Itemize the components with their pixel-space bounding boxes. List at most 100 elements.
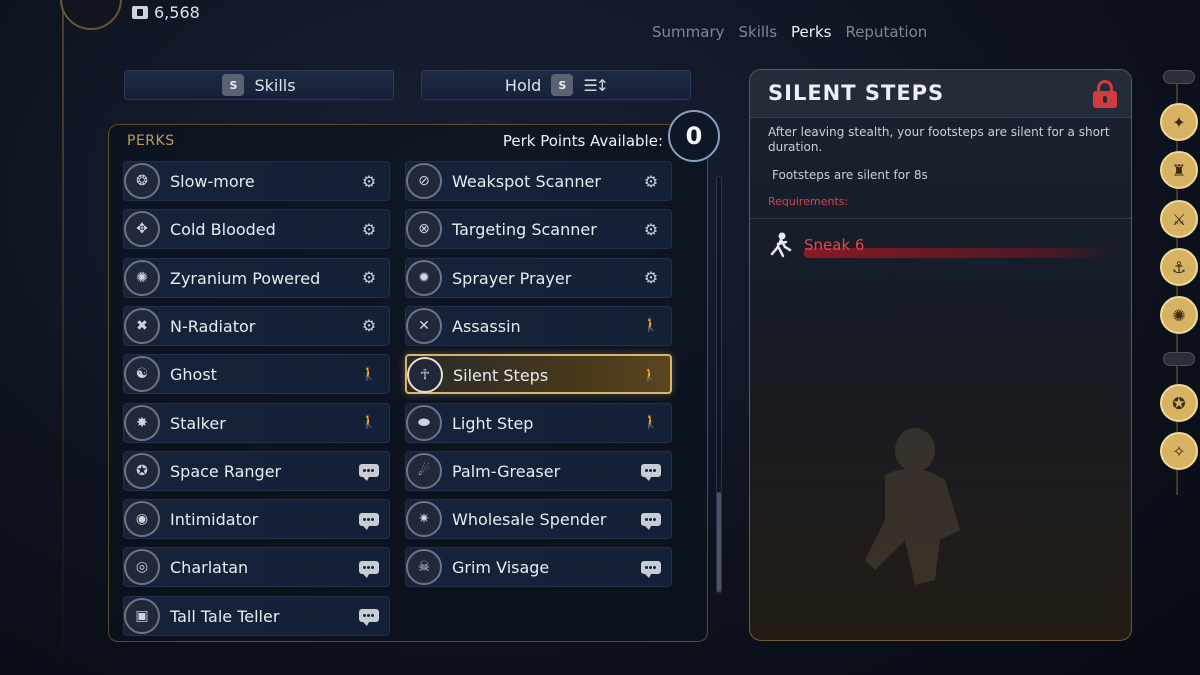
perk-assassin[interactable]: ✕ Assassin 🚶 [405, 305, 672, 346]
perk-ghost[interactable]: ☯ Ghost 🚶 [123, 354, 390, 395]
speech-category-icon [641, 557, 661, 578]
perk-label: Intimidator [170, 510, 259, 530]
perk-label: Sprayer Prayer [452, 268, 572, 288]
perk-silent-steps[interactable]: ☥ Silent Steps 🚶 [405, 354, 672, 395]
perk-emblem-icon: ✕ [406, 307, 442, 344]
tab-skills[interactable]: Skills [739, 23, 778, 41]
sort-icon: ☰↕ [583, 75, 609, 95]
tab-perks[interactable]: Perks [791, 23, 831, 41]
rail-separator [1163, 70, 1195, 84]
tech-category-icon: ⚙ [643, 268, 659, 288]
perk-charlatan[interactable]: ◎ Charlatan [123, 547, 390, 588]
perk-emblem-icon: ⬬ [406, 404, 442, 441]
perk-detail-panel: SILENT STEPS After leaving stealth, your… [749, 69, 1132, 641]
speech-category-icon [359, 509, 379, 530]
perk-slow-more[interactable]: ❂ Slow-more ⚙ [123, 161, 390, 201]
currency-display: 6,568 [132, 3, 200, 22]
skills-button-label: Skills [254, 75, 296, 95]
perk-tall-tale-teller[interactable]: ▣ Tall Tale Teller [123, 595, 390, 636]
detail-header: SILENT STEPS [750, 70, 1131, 118]
top-tabs: Summary Skills Perks Reputation [652, 23, 927, 41]
perk-label: Wholesale Spender [452, 510, 607, 530]
stealth-category-icon: 🚶 [641, 367, 659, 383]
perk-tree-1-icon[interactable]: ✦ [1160, 103, 1198, 141]
tab-summary[interactable]: Summary [652, 23, 725, 41]
divider [750, 218, 1131, 219]
perk-label: Silent Steps [453, 366, 549, 386]
perk-emblem-icon: ✹ [406, 259, 442, 296]
perk-stalker[interactable]: ✸ Stalker 🚶 [123, 402, 390, 443]
perk-targeting-scanner[interactable]: ⊗ Targeting Scanner ⚙ [405, 209, 672, 250]
perk-label: Zyranium Powered [170, 268, 321, 288]
key-hint-s: S [551, 74, 574, 96]
tech-category-icon: ⚙ [361, 268, 377, 288]
perk-zyranium-powered[interactable]: ✺ Zyranium Powered ⚙ [123, 257, 390, 298]
requirement-label: Sneak 6 [804, 236, 865, 254]
perk-sprayer-prayer[interactable]: ✹ Sprayer Prayer ⚙ [405, 257, 672, 298]
perk-label: Space Ranger [170, 461, 282, 481]
perk-tree-3-icon[interactable]: ⚔ [1160, 200, 1198, 238]
perk-emblem-icon: ✷ [406, 501, 442, 538]
credits-icon [132, 6, 148, 19]
perk-weakspot-scanner[interactable]: ⊘ Weakspot Scanner ⚙ [405, 161, 672, 201]
perk-emblem-icon: ☄ [406, 452, 442, 489]
perk-emblem-icon: ✥ [124, 211, 160, 248]
speech-category-icon [359, 606, 379, 627]
detail-title: SILENT STEPS [768, 81, 945, 105]
detail-description: After leaving stealth, your footsteps ar… [768, 125, 1110, 154]
speech-category-icon [359, 461, 379, 482]
perk-label: Targeting Scanner [452, 220, 597, 240]
perk-tree-5-icon[interactable]: ✺ [1160, 296, 1198, 334]
perk-tree-7-icon[interactable]: ✧ [1160, 432, 1198, 470]
perk-points-label: Perk Points Available: [502, 132, 663, 150]
speech-category-icon [641, 509, 661, 530]
perk-light-step[interactable]: ⬬ Light Step 🚶 [405, 402, 672, 443]
perk-intimidator[interactable]: ◉ Intimidator [123, 499, 390, 540]
perk-palm-greaser[interactable]: ☄ Palm-Greaser [405, 450, 672, 491]
perk-grim-visage[interactable]: ☠ Grim Visage [405, 547, 672, 588]
perk-label: Grim Visage [452, 558, 550, 578]
tech-category-icon: ⚙ [361, 316, 377, 336]
hold-button-label: Hold [504, 75, 542, 95]
frame-ornament-circle [60, 0, 122, 30]
sneak-silhouette-image [865, 428, 960, 585]
perks-title: PERKS [127, 133, 175, 149]
perk-label: Tall Tale Teller [170, 606, 280, 626]
perk-emblem-icon: ⊘ [406, 163, 442, 199]
stealth-category-icon: 🚶 [360, 366, 378, 382]
lock-icon [1093, 80, 1117, 108]
perk-points-value: 0 [668, 110, 720, 162]
perk-emblem-icon: ☯ [124, 356, 160, 393]
scroll-thumb[interactable] [717, 492, 721, 592]
perk-label: N-Radiator [170, 316, 256, 336]
perk-label: Palm-Greaser [452, 461, 561, 481]
stealth-category-icon: 🚶 [360, 415, 378, 430]
perk-emblem-icon: ✖ [124, 307, 160, 344]
perk-emblem-icon: ✺ [124, 259, 160, 296]
perk-emblem-icon: ◉ [124, 501, 160, 538]
perk-label: Cold Blooded [170, 220, 276, 240]
perk-tree-4-icon[interactable]: ⚓ [1160, 248, 1198, 286]
perk-label: Weakspot Scanner [452, 172, 601, 191]
hold-sort-button[interactable]: Hold S ☰↕ [421, 70, 691, 100]
currency-amount: 6,568 [154, 3, 200, 22]
speech-category-icon [641, 461, 661, 482]
skills-button[interactable]: S Skills [124, 70, 394, 100]
tech-category-icon: ⚙ [361, 171, 377, 191]
perk-label: Slow-more [170, 172, 255, 191]
rail-separator [1163, 352, 1195, 366]
perk-tree-6-icon[interactable]: ✪ [1160, 384, 1198, 422]
perk-emblem-icon: ❂ [124, 163, 160, 199]
perk-wholesale-spender[interactable]: ✷ Wholesale Spender [405, 499, 672, 540]
perks-scrollbar[interactable] [716, 176, 722, 594]
perk-n-radiator[interactable]: ✖ N-Radiator ⚙ [123, 305, 390, 346]
requirement-row: Sneak 6 [768, 230, 1114, 260]
perk-space-ranger[interactable]: ✪ Space Ranger [123, 450, 390, 491]
perk-tree-2-icon[interactable]: ♜ [1160, 151, 1198, 189]
perk-cold-blooded[interactable]: ✥ Cold Blooded ⚙ [123, 209, 390, 250]
detail-effect: Footsteps are silent for 8s [772, 168, 928, 182]
tab-reputation[interactable]: Reputation [845, 23, 927, 41]
perk-label: Light Step [452, 413, 534, 433]
perk-label: Charlatan [170, 558, 249, 578]
perk-emblem-icon: ⊗ [406, 211, 442, 248]
